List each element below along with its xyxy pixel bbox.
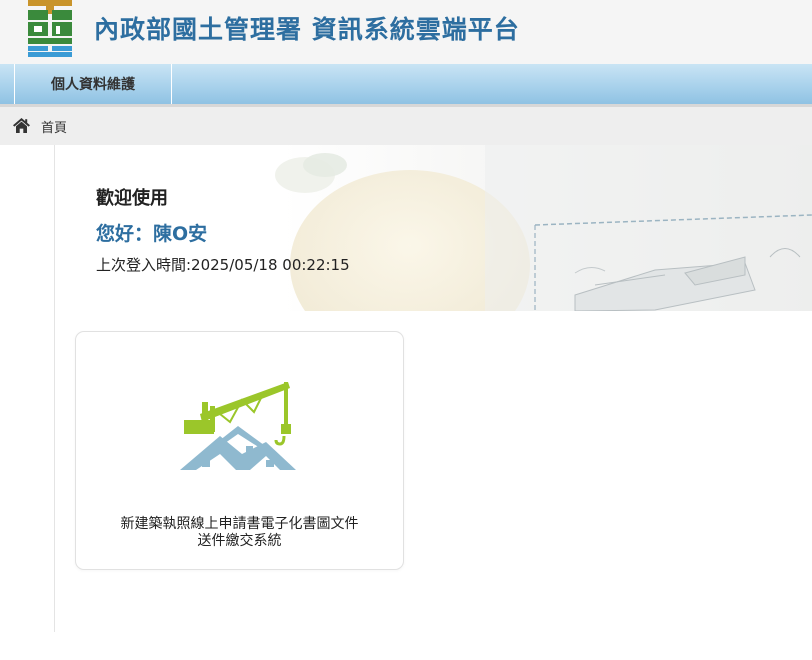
system-card-title-line2: 送件繳交系統: [197, 533, 282, 549]
construction-crane-house-icon: [180, 382, 296, 470]
breadcrumb: 首頁: [0, 107, 812, 145]
system-card-title: 新建築執照線上申請書電子化書圖文件 送件繳交系統: [76, 516, 403, 550]
site-title: 內政部國土管理署 資訊系統雲端平台: [94, 15, 520, 44]
home-icon[interactable]: [13, 118, 30, 133]
system-card-title-line1: 新建築執照線上申請書電子化書圖文件: [120, 516, 359, 532]
last-login-time: 上次登入時間:2025/05/18 00:22:15: [96, 256, 350, 274]
user-greeting: 您好：陳O安: [96, 223, 208, 245]
system-card-building-permit[interactable]: 新建築執照線上申請書電子化書圖文件 送件繳交系統: [75, 331, 404, 570]
site-header: 內政部國土管理署 資訊系統雲端平台: [0, 0, 812, 64]
welcome-heading: 歡迎使用: [96, 188, 168, 209]
ministry-logo-icon: [28, 0, 72, 57]
main-nav: 個人資料維護: [0, 64, 812, 107]
breadcrumb-home-link[interactable]: 首頁: [41, 117, 67, 136]
nav-item-profile[interactable]: 個人資料維護: [14, 64, 172, 104]
